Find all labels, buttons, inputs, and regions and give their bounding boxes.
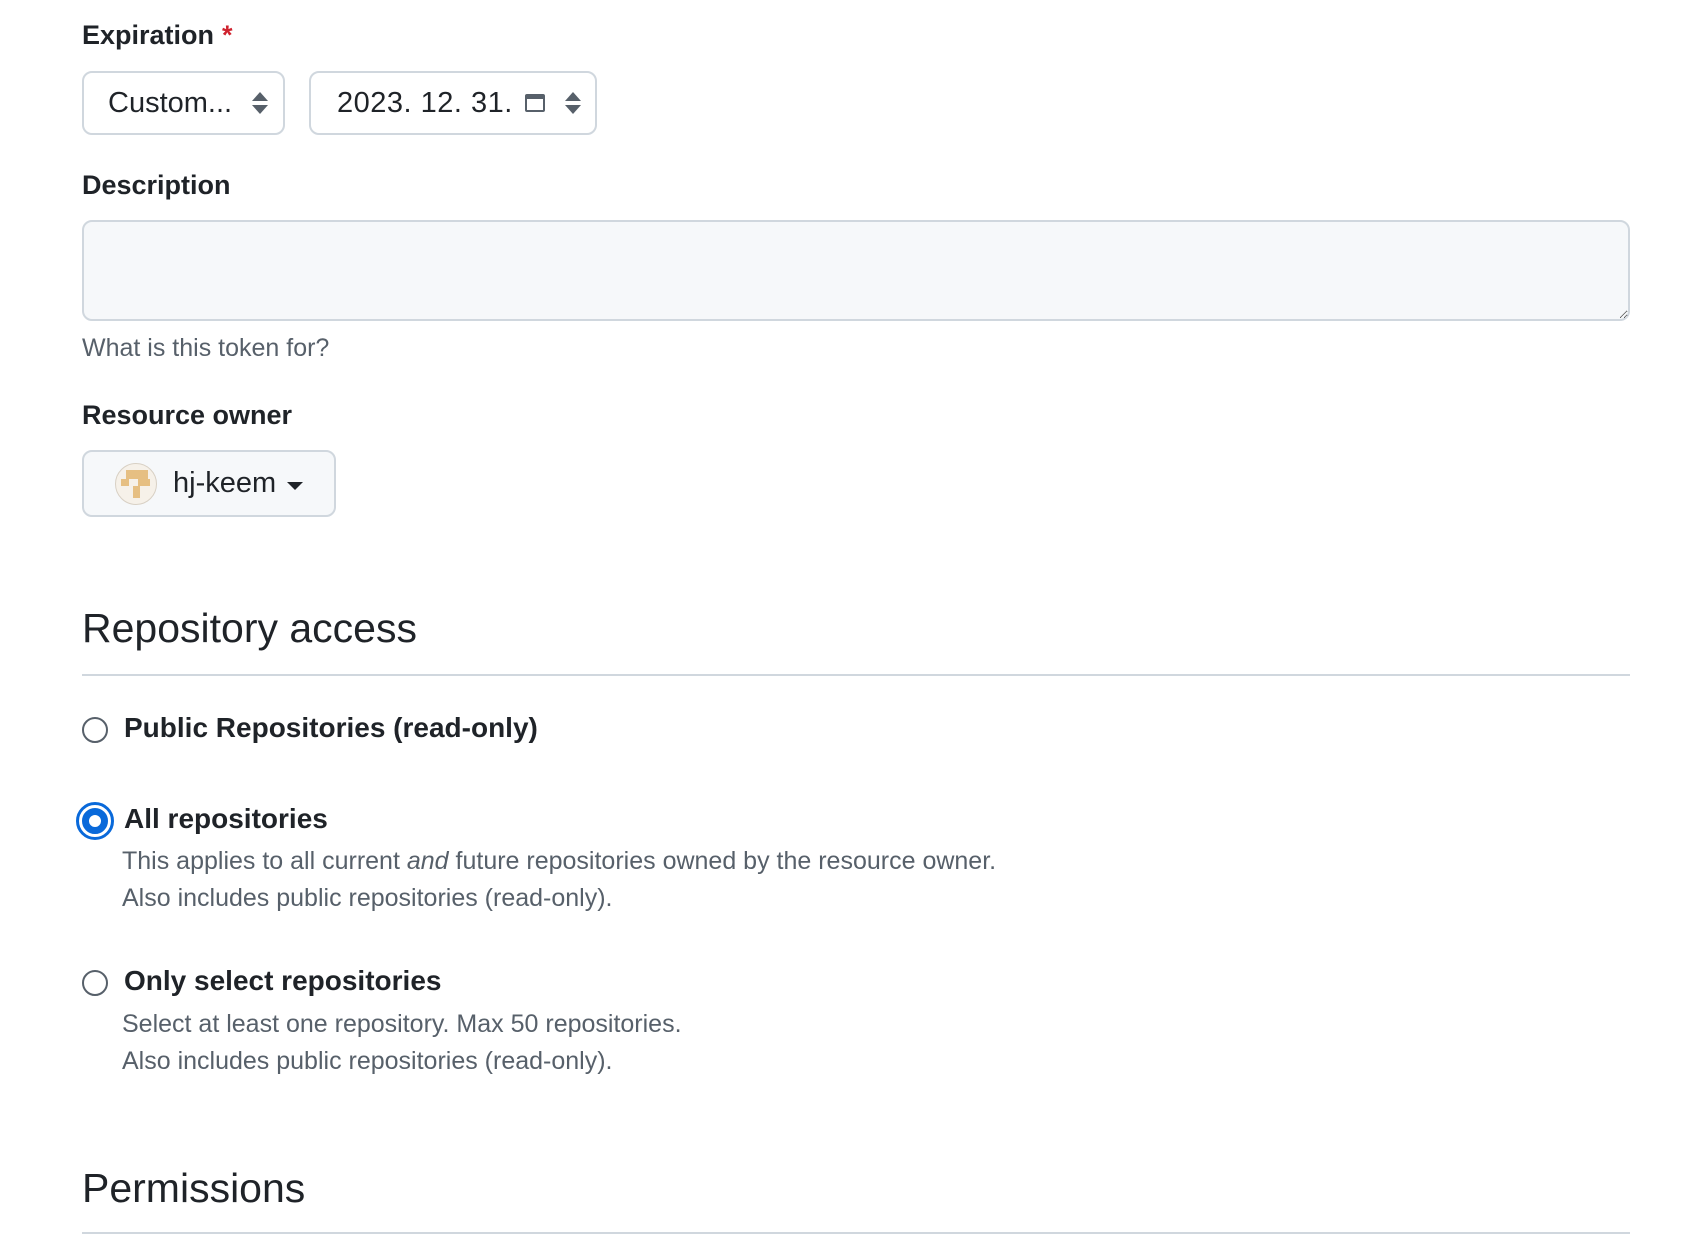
expiration-date-input[interactable]: 2023. 12. 31. [309, 71, 597, 135]
calendar-icon[interactable] [525, 94, 545, 112]
radio-public-repositories[interactable] [82, 717, 108, 743]
section-divider [82, 674, 1630, 676]
option-only-select-repositories-label[interactable]: Only select repositories [124, 965, 441, 997]
date-stepper-icon[interactable] [565, 92, 581, 114]
select-repos-desc-line2: Also includes public repositories (read-… [122, 1047, 613, 1075]
description-hint: What is this token for? [82, 334, 330, 362]
all-repos-desc-line2: Also includes public repositories (read-… [122, 884, 613, 912]
select-updown-icon [252, 92, 268, 114]
expiration-date-value: 2023. 12. 31. [337, 86, 511, 119]
select-repos-desc-line1: Select at least one repository. Max 50 r… [122, 1010, 682, 1038]
option-all-repositories-description: This applies to all current and future r… [122, 843, 996, 917]
radio-only-select-repositories[interactable] [82, 970, 108, 996]
avatar [115, 463, 157, 505]
resource-owner-value: hj-keem [173, 467, 277, 499]
description-label: Description [82, 170, 231, 200]
repository-access-heading: Repository access [82, 605, 417, 651]
resource-owner-dropdown[interactable]: hj-keem [82, 450, 336, 517]
radio-all-repositories[interactable] [76, 802, 114, 840]
resource-owner-label: Resource owner [82, 400, 293, 430]
permissions-heading: Permissions [82, 1165, 306, 1211]
expiration-preset-select[interactable]: Custom... [82, 71, 285, 135]
option-public-repositories-label[interactable]: Public Repositories (read-only) [124, 712, 538, 744]
all-repos-desc-line1: This applies to all current and future r… [122, 847, 997, 875]
expiration-label: Expiration * [82, 20, 233, 50]
caret-down-icon [287, 482, 303, 490]
option-all-repositories-label[interactable]: All repositories [124, 803, 328, 835]
option-only-select-repositories-description: Select at least one repository. Max 50 r… [122, 1006, 682, 1080]
expiration-preset-value: Custom... [108, 86, 233, 119]
required-indicator: * [222, 20, 233, 50]
description-textarea[interactable] [82, 220, 1630, 321]
